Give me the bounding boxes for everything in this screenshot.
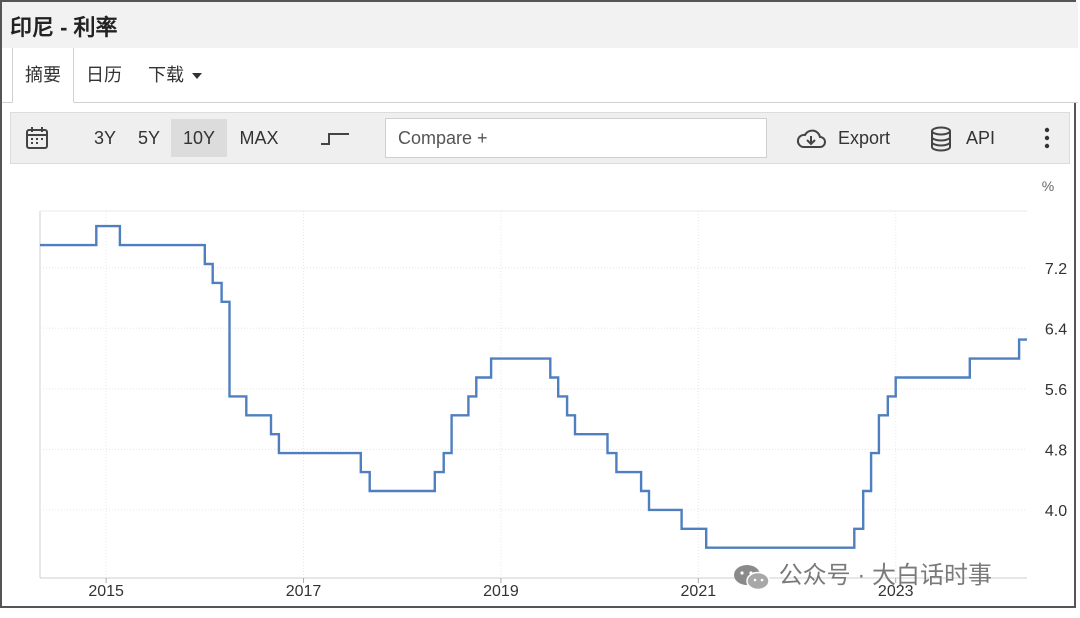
y-unit-label: %: [1042, 178, 1054, 194]
export-button[interactable]: Export: [795, 119, 899, 157]
wechat-icon: [734, 564, 770, 590]
api-label: API: [966, 128, 996, 148]
x-tick-label: 2017: [286, 583, 322, 600]
chart-toolbar: 3Y 5Y 10Y MAX Compare + Export API: [10, 112, 1070, 164]
range-5y-button[interactable]: 5Y: [131, 119, 167, 157]
interest-rate-chart: 4.04.85.66.47.2%2015 2017 2019 2021 2023: [39, 178, 1067, 600]
watermark-text: 公众号 · 大白话时事: [778, 562, 992, 589]
export-label: Export: [838, 128, 891, 148]
watermark: 公众号 · 大白话时事: [732, 557, 992, 595]
more-vertical-icon: [1044, 127, 1050, 149]
more-options-button[interactable]: [1037, 119, 1057, 157]
tab-download-label: 下载: [148, 65, 184, 85]
rate-series-line: [40, 224, 1027, 549]
range-10y-button[interactable]: 10Y: [171, 119, 227, 157]
y-tick-label: 4.0: [1045, 503, 1067, 520]
x-tick-label: 2021: [681, 583, 717, 600]
calendar-icon: [26, 127, 48, 149]
cloud-download-icon: [796, 129, 826, 149]
api-button[interactable]: API: [929, 119, 1003, 157]
chart-area: 4.0 4.8 5.6 6.4 7.2% 2015 2017 2019 2021 2023: [2, 167, 1078, 610]
calendar-button[interactable]: [21, 119, 53, 157]
x-tick-label: 2019: [483, 583, 519, 600]
database-icon: [931, 126, 951, 152]
chevron-down-icon: [192, 73, 202, 80]
x-tick-label: 2015: [88, 583, 124, 600]
compare-input[interactable]: Compare +: [385, 118, 767, 158]
step-line-icon: [321, 133, 349, 145]
range-max-button[interactable]: MAX: [233, 119, 285, 157]
compare-placeholder: Compare +: [398, 128, 488, 148]
tab-calendar-label: 日历: [86, 65, 122, 85]
y-tick-label: 4.8: [1045, 442, 1067, 459]
tab-bar: 摘要 日历 下载: [2, 48, 1078, 103]
tab-download[interactable]: 下载: [148, 48, 202, 102]
tab-summary[interactable]: 摘要: [12, 48, 74, 103]
title-bar: 印尼 - 利率: [2, 2, 1078, 49]
tab-calendar[interactable]: 日历: [86, 48, 122, 102]
page-title: 印尼 - 利率: [10, 15, 118, 40]
step-line-button[interactable]: [315, 119, 355, 157]
y-tick-label: 7.2: [1045, 261, 1067, 278]
window-frame: 印尼 - 利率 摘要 日历 下载 3Y 5Y 10Y MAX Compare +…: [0, 0, 1078, 610]
y-tick-label: 6.4: [1045, 321, 1067, 338]
y-tick-label: 5.6: [1045, 382, 1067, 399]
tab-summary-label: 摘要: [25, 65, 61, 85]
range-3y-button[interactable]: 3Y: [87, 119, 123, 157]
